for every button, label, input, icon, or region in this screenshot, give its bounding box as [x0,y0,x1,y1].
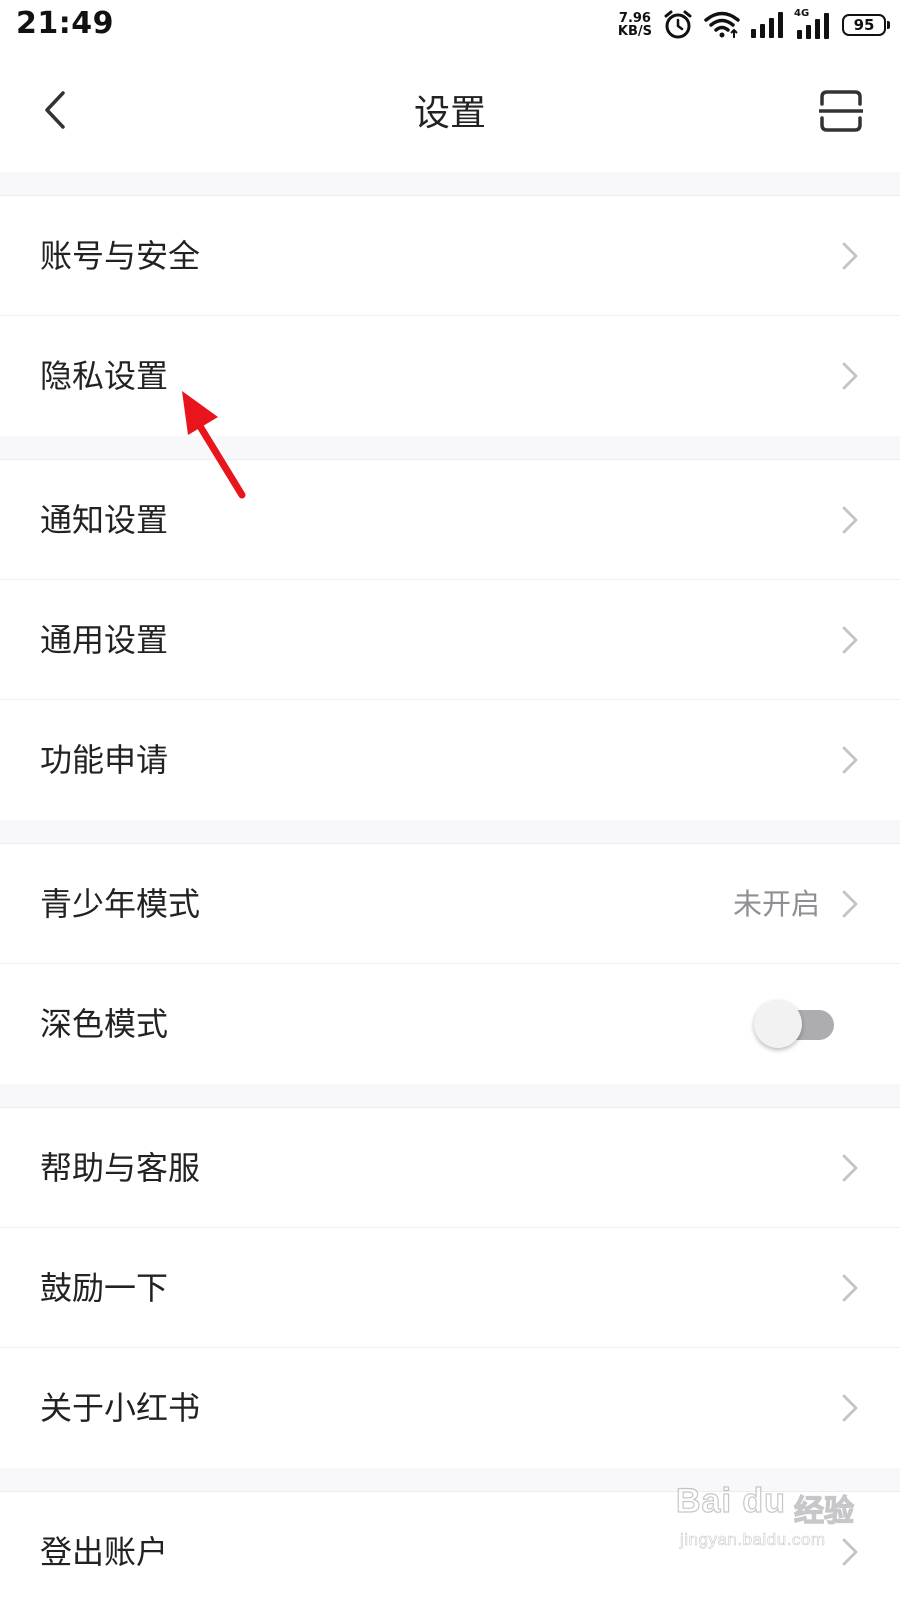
group-divider [0,1084,900,1108]
chevron-right-icon [842,746,858,774]
chevron-right-icon [842,1274,858,1302]
scan-button[interactable] [816,86,866,136]
signal-4g: 4G [794,8,830,40]
row-label: 鼓励一下 [40,1269,169,1307]
title-bar: 设置 [0,50,900,172]
status-icons: 7.96 KB/S 4G 95 [618,8,890,42]
row-label: 关于小红书 [40,1389,201,1427]
row-teen-mode[interactable]: 青少年模式 未开启 [0,844,900,964]
row-logout[interactable]: 登出账户 [0,1492,900,1612]
row-label: 账号与安全 [40,237,201,275]
chevron-right-icon [842,1538,858,1566]
scan-icon [819,90,863,132]
row-account-security[interactable]: 账号与安全 [0,196,900,316]
wifi-icon [704,11,740,38]
row-general-settings[interactable]: 通用设置 [0,580,900,700]
row-help-support[interactable]: 帮助与客服 [0,1108,900,1228]
row-feature-request[interactable]: 功能申请 [0,700,900,820]
chevron-right-icon [842,1154,858,1182]
row-encourage[interactable]: 鼓励一下 [0,1228,900,1348]
row-label: 隐私设置 [40,357,169,395]
group-divider [0,820,900,844]
row-label: 帮助与客服 [40,1149,201,1187]
status-time: 21:49 [16,6,114,41]
chevron-right-icon [842,1394,858,1422]
signal-icon [751,12,783,38]
group-divider [0,1468,900,1492]
row-label: 通知设置 [40,501,169,539]
chevron-right-icon [842,362,858,390]
chevron-right-icon [842,890,858,918]
signal-4g-icon [797,13,829,39]
battery-indicator: 95 [842,14,890,36]
alarm-icon [664,10,692,39]
row-notification-settings[interactable]: 通知设置 [0,460,900,580]
row-privacy-settings[interactable]: 隐私设置 [0,316,900,436]
net-speed-unit: KB/S [617,24,652,39]
chevron-right-icon [842,242,858,270]
toggle-thumb [754,1000,802,1048]
settings-list: 账号与安全 隐私设置 通知设置 通用设置 功能申请 青少年模式 未开启 深色模式… [0,172,900,1612]
status-bar: 21:49 7.96 KB/S 4G 95 [0,0,900,50]
row-dark-mode: 深色模式 [0,964,900,1084]
group-divider [0,172,900,196]
chevron-right-icon [842,626,858,654]
group-divider [0,436,900,460]
row-label: 深色模式 [40,1005,169,1043]
row-label: 通用设置 [40,621,169,659]
battery-level: 95 [853,16,875,34]
page-title: 设置 [413,93,486,134]
teen-mode-status: 未开启 [732,887,820,921]
row-label: 青少年模式 [40,885,201,923]
row-label: 登出账户 [40,1533,169,1571]
row-label: 功能申请 [40,741,169,779]
chevron-right-icon [842,506,858,534]
dark-mode-toggle[interactable] [754,1000,834,1048]
net-speed: 7.96 KB/S [618,12,652,38]
row-about[interactable]: 关于小红书 [0,1348,900,1468]
